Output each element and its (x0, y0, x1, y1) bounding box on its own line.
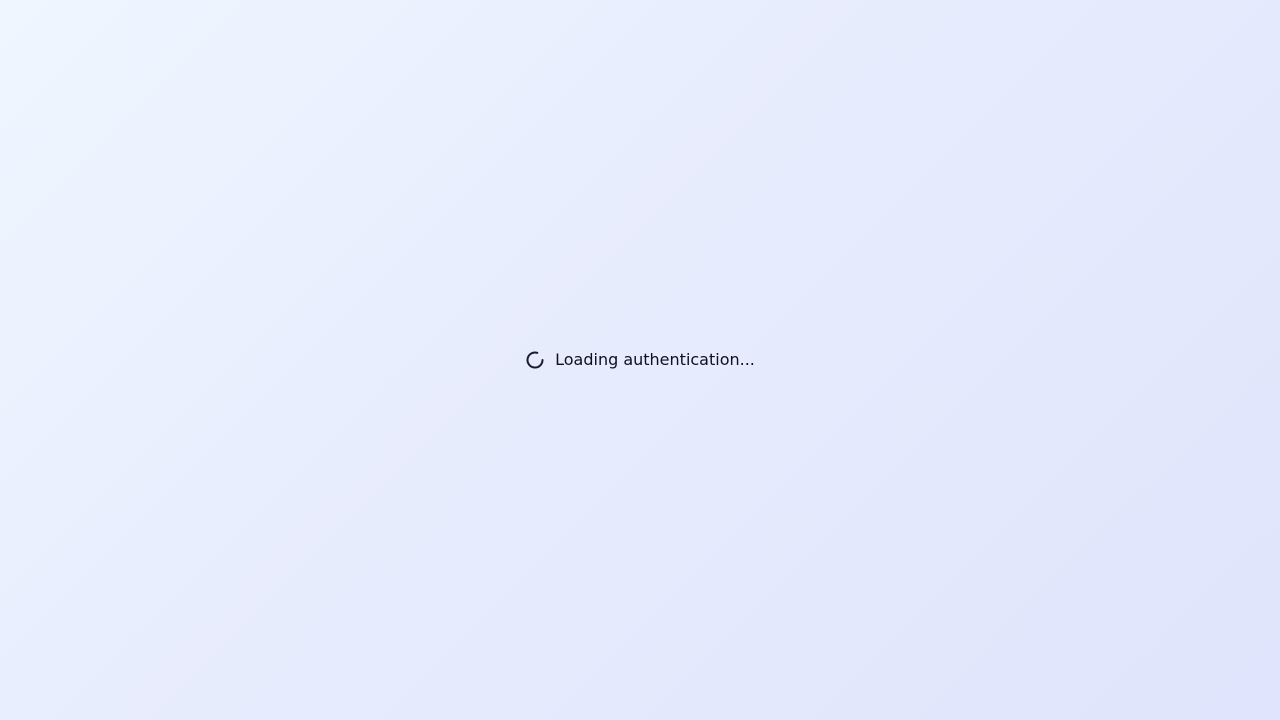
spinner-icon (525, 350, 545, 370)
loading-indicator: Loading authentication... (525, 350, 755, 370)
loading-screen: Loading authentication... (0, 0, 1280, 720)
loading-message: Loading authentication... (555, 350, 755, 369)
